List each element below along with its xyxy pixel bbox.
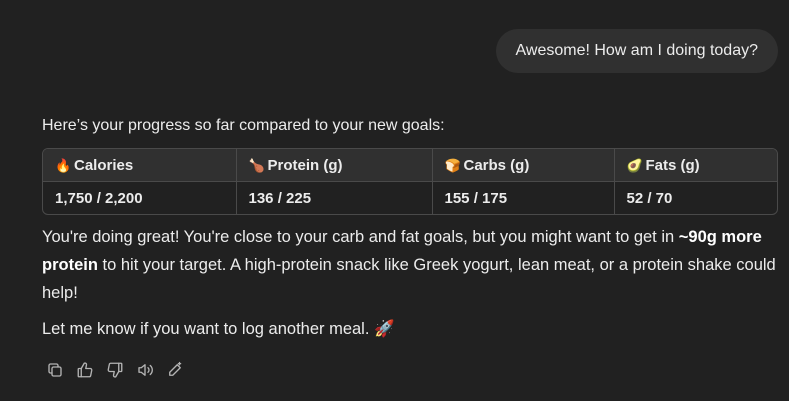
- closing-text: Let me know if you want to log another m…: [42, 320, 370, 338]
- cell-calories: 1,750 / 2,200: [43, 181, 237, 214]
- cell-protein: 136 / 225: [236, 181, 433, 214]
- cell-carbs: 155 / 175: [432, 181, 615, 214]
- fire-icon: 🔥: [55, 157, 72, 173]
- header-fats: 🥑 Fats (g): [614, 149, 777, 182]
- assistant-response: You're doing great! You're close to your…: [42, 223, 778, 307]
- chat-view: Awesome! How am I doing today? Here’s yo…: [0, 0, 789, 401]
- avocado-icon: 🥑: [626, 157, 643, 173]
- response-text-part1: You're doing great! You're close to your…: [42, 228, 679, 246]
- header-label: Calories: [74, 156, 134, 174]
- header-calories: 🔥 Calories: [43, 149, 237, 182]
- rocket-icon: 🚀: [374, 320, 395, 338]
- user-message-text: Awesome! How am I doing today?: [515, 42, 759, 59]
- cell-fats: 52 / 70: [626, 189, 673, 207]
- drumstick-icon: 🍗: [248, 157, 265, 173]
- table-row: 1,750 / 2,200 136 / 225 155 / 175 52 / 7…: [43, 181, 777, 214]
- progress-table: 🔥 Calories 🍗 Protein (g) 🍞 Carbs (g) 🥑 Fats …: [42, 148, 778, 215]
- thumbs-down-button[interactable]: [103, 358, 127, 382]
- message-actions: [43, 358, 187, 382]
- response-text-part2: to hit your target. A high-protein snack…: [42, 256, 776, 302]
- copy-icon: [48, 363, 62, 377]
- copy-button[interactable]: [43, 358, 67, 382]
- edit-button[interactable]: [163, 358, 187, 382]
- thumbs-up-icon: [77, 362, 93, 378]
- read-aloud-button[interactable]: [133, 358, 157, 382]
- assistant-closing: Let me know if you want to log another m…: [42, 315, 778, 343]
- thumbs-down-icon: [107, 362, 123, 378]
- header-protein: 🍗 Protein (g): [236, 149, 433, 182]
- user-message-bubble: Awesome! How am I doing today?: [495, 29, 778, 73]
- edit-icon: [169, 361, 182, 376]
- header-label: Fats (g): [645, 156, 700, 174]
- table-header-row: 🔥 Calories 🍗 Protein (g) 🍞 Carbs (g) 🥑 Fats …: [43, 149, 777, 182]
- assistant-message: Here’s your progress so far compared to …: [42, 112, 778, 343]
- header-label: Protein (g): [267, 156, 343, 174]
- thumbs-up-button[interactable]: [73, 358, 97, 382]
- assistant-intro: Here’s your progress so far compared to …: [42, 117, 445, 134]
- header-carbs: 🍞 Carbs (g): [432, 149, 615, 182]
- read-aloud-icon: [138, 364, 153, 376]
- header-label: Carbs (g): [463, 156, 530, 174]
- bread-icon: 🍞: [444, 157, 461, 173]
